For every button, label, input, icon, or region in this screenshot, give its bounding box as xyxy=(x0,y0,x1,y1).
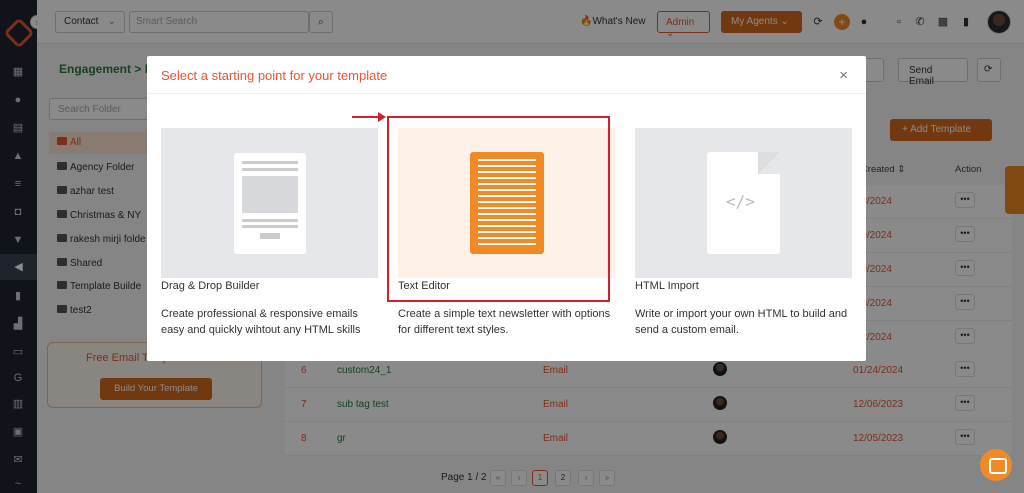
card-description: Write or import your own HTML to build a… xyxy=(635,308,848,336)
card-label[interactable]: Drag & Drop Builder xyxy=(161,280,259,292)
card-description: Create a simple text newsletter with opt… xyxy=(398,308,611,336)
close-icon[interactable]: × xyxy=(839,67,848,84)
modal-divider xyxy=(147,93,866,94)
drag-drop-builder-card[interactable] xyxy=(161,128,378,278)
modal-title: Select a starting point for your templat… xyxy=(161,68,388,83)
code-file-icon: </> xyxy=(707,152,780,254)
card-label[interactable]: HTML Import xyxy=(635,280,699,292)
annotation-highlight-box xyxy=(387,116,610,302)
chat-launcher-icon[interactable] xyxy=(980,449,1012,481)
annotation-arrow-line xyxy=(352,116,380,118)
layout-document-icon xyxy=(234,153,306,254)
card-description: Create professional & responsive emails … xyxy=(161,308,361,336)
html-import-card[interactable]: </> xyxy=(635,128,852,278)
annotation-arrow-icon xyxy=(378,112,386,122)
